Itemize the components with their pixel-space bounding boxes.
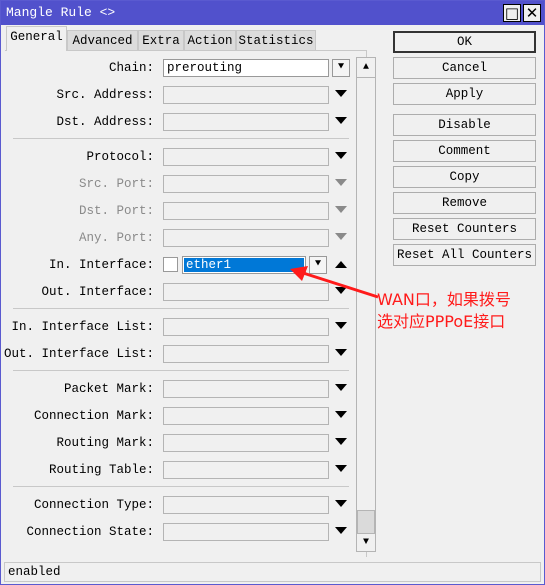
maximize-icon[interactable]: □ <box>503 4 521 22</box>
dst-address-expand-icon[interactable] <box>335 117 347 124</box>
tab-general[interactable]: General <box>6 26 67 51</box>
connection-mark-label: Connection Mark: <box>33 409 154 423</box>
annotation-line-2: 选对应PPPoE接口 <box>377 312 506 331</box>
dst-port-label: Dst. Port: <box>78 204 154 218</box>
cancel-button[interactable]: Cancel <box>393 57 536 79</box>
src-port-expand-icon[interactable] <box>335 179 347 186</box>
dst-port-input <box>163 202 329 220</box>
any-port-expand-icon[interactable] <box>335 233 347 240</box>
annotation-arrow-icon <box>290 266 379 299</box>
protocol-label: Protocol: <box>86 150 154 164</box>
dst-port-expand-icon[interactable] <box>335 206 347 213</box>
status-bar: enabled <box>4 562 541 582</box>
scroll-thumb[interactable] <box>357 510 375 534</box>
packet-mark-expand-icon[interactable] <box>335 384 347 391</box>
copy-button[interactable]: Copy <box>393 166 536 188</box>
annotation-line-1: WAN口，如果拨号 <box>377 290 511 309</box>
status-text: enabled <box>8 565 61 579</box>
chain-input[interactable]: prerouting <box>163 59 329 77</box>
chain-dropdown-icon[interactable]: ⯆ <box>332 59 350 77</box>
routing-mark-input[interactable] <box>163 434 329 452</box>
connection-type-input[interactable] <box>163 496 329 514</box>
out-interface-list-input[interactable] <box>163 345 329 363</box>
routing-mark-label: Routing Mark: <box>56 436 154 450</box>
src-address-label: Src. Address: <box>56 88 154 102</box>
mangle-rule-window: Mangle Rule <> □ ✕ Advanced Extra Action… <box>0 0 545 585</box>
connection-type-label: Connection Type: <box>33 498 154 512</box>
annotation-note: WAN口，如果拨号 选对应PPPoE接口 <box>377 289 511 333</box>
in-interface-list-input[interactable] <box>163 318 329 336</box>
connection-type-expand-icon[interactable] <box>335 500 347 507</box>
any-port-input <box>163 229 329 247</box>
separator <box>13 308 349 309</box>
out-interface-label: Out. Interface: <box>41 285 154 299</box>
disable-button[interactable]: Disable <box>393 114 536 136</box>
src-port-input <box>163 175 329 193</box>
connection-mark-expand-icon[interactable] <box>335 411 347 418</box>
title-bar: Mangle Rule <> <box>1 1 544 25</box>
apply-button[interactable]: Apply <box>393 83 536 105</box>
tab-advanced[interactable]: Advanced <box>67 30 138 50</box>
routing-table-label: Routing Table: <box>48 463 154 477</box>
dst-address-label: Dst. Address: <box>56 115 154 129</box>
routing-mark-expand-icon[interactable] <box>335 438 347 445</box>
scroll-up-icon[interactable]: ▲ <box>357 58 375 78</box>
src-port-label: Src. Port: <box>78 177 154 191</box>
routing-table-expand-icon[interactable] <box>335 465 347 472</box>
chain-label: Chain: <box>108 61 154 75</box>
in-interface-negate-checkbox[interactable] <box>163 257 178 272</box>
protocol-input[interactable] <box>163 148 329 166</box>
in-interface-label: In. Interface: <box>48 258 154 272</box>
src-address-expand-icon[interactable] <box>335 90 347 97</box>
scroll-down-icon[interactable]: ▼ <box>357 533 375 551</box>
tab-action[interactable]: Action <box>184 30 236 50</box>
out-interface-list-label: Out. Interface List: <box>3 347 154 361</box>
connection-state-expand-icon[interactable] <box>335 527 347 534</box>
packet-mark-input[interactable] <box>163 380 329 398</box>
packet-mark-label: Packet Mark: <box>63 382 154 396</box>
out-interface-list-expand-icon[interactable] <box>335 349 347 356</box>
reset-counters-button[interactable]: Reset Counters <box>393 218 536 240</box>
tab-statistics[interactable]: Statistics <box>236 30 316 50</box>
remove-button[interactable]: Remove <box>393 192 536 214</box>
connection-mark-input[interactable] <box>163 407 329 425</box>
separator <box>13 138 349 139</box>
src-address-input[interactable] <box>163 86 329 104</box>
connection-state-label: Connection State: <box>26 525 154 539</box>
in-interface-list-expand-icon[interactable] <box>335 322 347 329</box>
any-port-label: Any. Port: <box>78 231 154 245</box>
tab-extra[interactable]: Extra <box>138 30 184 50</box>
window-title: Mangle Rule <> <box>6 5 116 20</box>
separator <box>13 486 349 487</box>
connection-state-input[interactable] <box>163 523 329 541</box>
comment-button[interactable]: Comment <box>393 140 536 162</box>
separator <box>13 370 349 371</box>
protocol-expand-icon[interactable] <box>335 152 347 159</box>
scrollbar[interactable]: ▲ ▼ <box>356 57 376 552</box>
close-icon[interactable]: ✕ <box>523 4 541 22</box>
routing-table-input[interactable] <box>163 461 329 479</box>
reset-all-counters-button[interactable]: Reset All Counters <box>393 244 536 266</box>
ok-button[interactable]: OK <box>393 31 536 53</box>
dst-address-input[interactable] <box>163 113 329 131</box>
in-interface-list-label: In. Interface List: <box>11 320 154 334</box>
